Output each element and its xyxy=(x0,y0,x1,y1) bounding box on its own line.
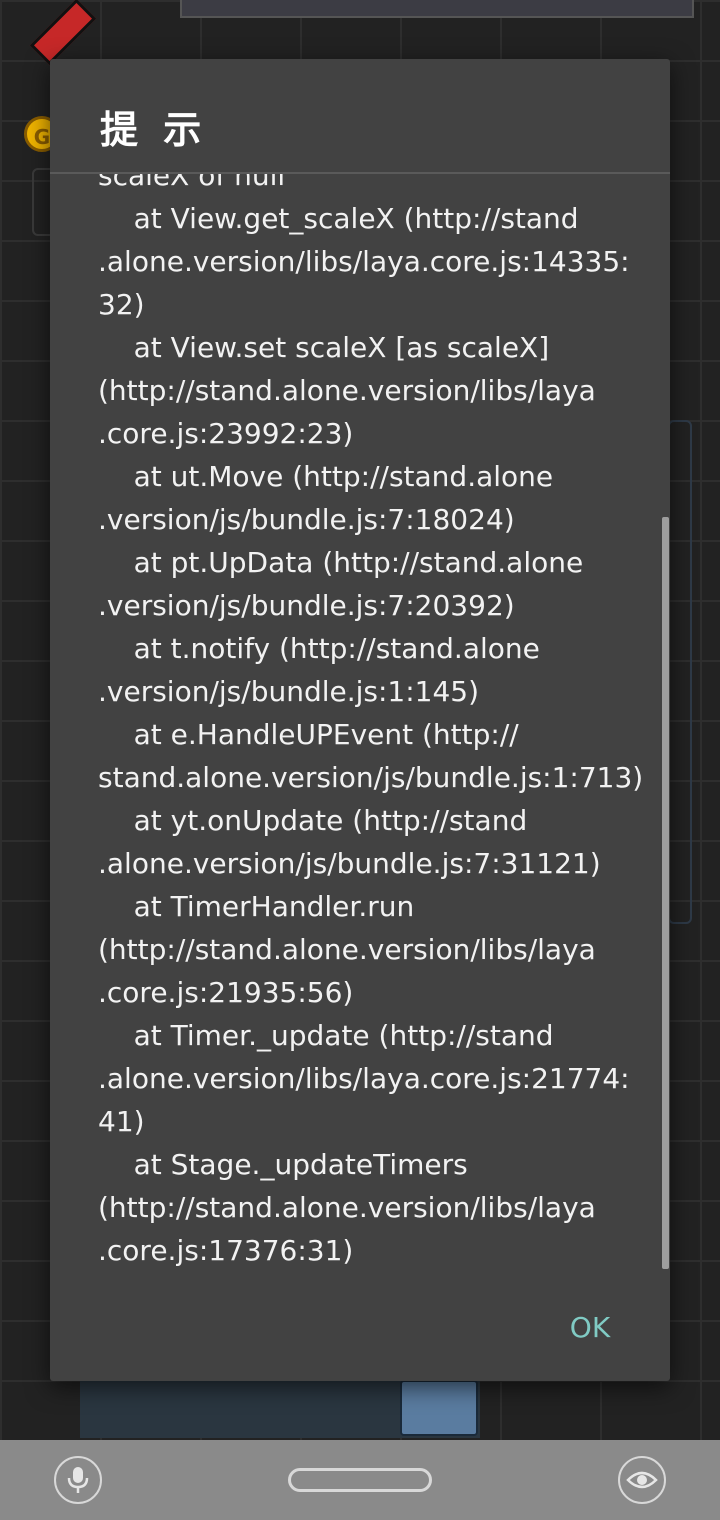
home-pill-button[interactable] xyxy=(288,1468,432,1492)
screen: G 提 示 scaleX of null at View.get_scaleX … xyxy=(0,0,720,1520)
system-navigation-bar xyxy=(0,1440,720,1520)
game-right-slots xyxy=(668,420,692,924)
microphone-button[interactable] xyxy=(54,1456,102,1504)
bed-icon xyxy=(400,1380,478,1436)
red-banner-decoration xyxy=(29,0,97,66)
dialog-message-scroll-area[interactable]: scaleX of null at View.get_scaleX (http:… xyxy=(50,174,670,1279)
error-dialog: 提 示 scaleX of null at View.get_scaleX (h… xyxy=(50,59,670,1381)
dialog-title: 提 示 xyxy=(100,107,208,152)
eye-button[interactable] xyxy=(618,1456,666,1504)
game-top-panel xyxy=(180,0,694,18)
error-message: scaleX of null at View.get_scaleX (http:… xyxy=(98,174,644,1267)
eye-icon xyxy=(626,1471,658,1489)
ok-button[interactable]: OK xyxy=(550,1299,630,1355)
microphone-icon xyxy=(67,1467,89,1493)
scrollbar-thumb[interactable] xyxy=(662,517,669,1269)
game-bottom-area xyxy=(80,1380,480,1438)
